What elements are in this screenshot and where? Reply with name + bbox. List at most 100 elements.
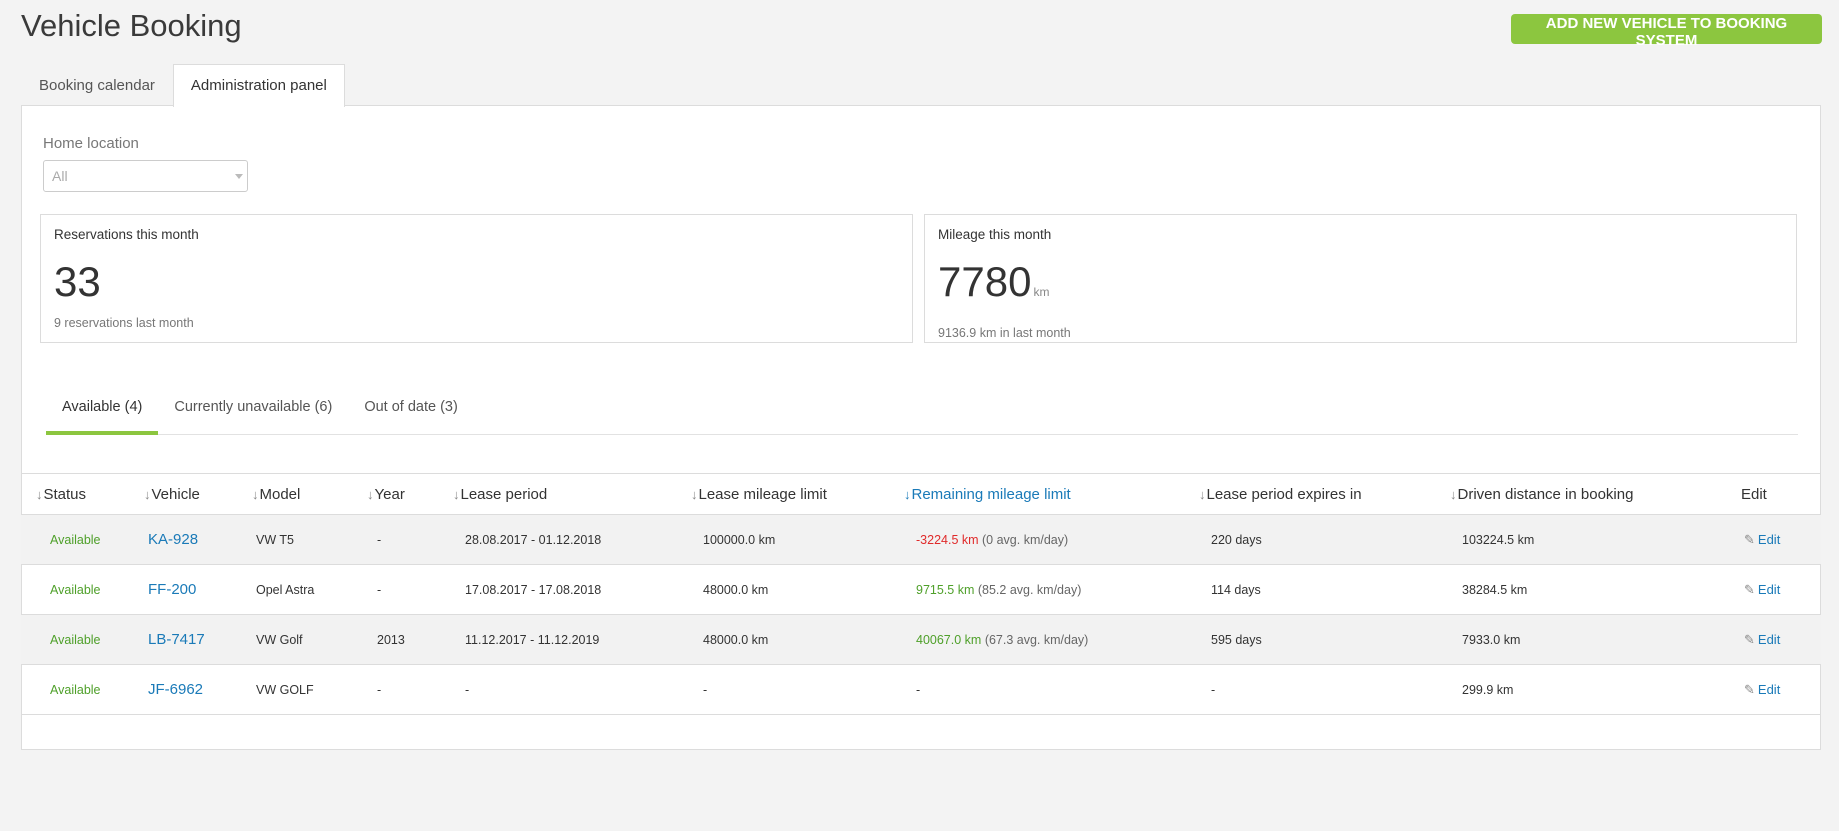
avg-km-per-day: (67.3 avg. km/day) — [984, 632, 1089, 647]
remaining-value: -3224.5 km — [916, 532, 979, 547]
arrow-down-icon: ↓ — [144, 486, 151, 502]
remaining-value: 9715.5 km — [916, 582, 975, 597]
expires-cell: 595 days — [1199, 614, 1450, 665]
reservations-sub: 9 reservations last month — [54, 316, 194, 330]
home-location-select[interactable]: All — [43, 160, 248, 192]
table-spacer-cell — [21, 715, 1821, 752]
administration-panel: Home location All Reservations this mont… — [21, 105, 1821, 750]
home-location-value: All — [52, 168, 68, 184]
remaining-value: 40067.0 km — [916, 632, 982, 647]
column-header-status[interactable]: ↓Status — [21, 473, 138, 515]
pencil-icon: ✎ — [1744, 631, 1755, 647]
arrow-down-icon: ↓ — [367, 486, 374, 502]
year-cell: - — [365, 514, 453, 565]
home-location-label: Home location — [43, 135, 139, 152]
mileage-card: Mileage this month 7780 km 9136.9 km in l… — [924, 214, 1797, 343]
driven-cell: 7933.0 km — [1450, 614, 1741, 665]
edit-cell: ✎ Edit — [1741, 564, 1821, 615]
lease-limit-cell: - — [691, 664, 904, 715]
reservations-value: 33 — [54, 258, 101, 305]
remaining-cell: -3224.5 km (0 avg. km/day) — [904, 514, 1199, 565]
pencil-icon: ✎ — [1744, 581, 1755, 597]
vehicle-link[interactable]: FF-200 — [148, 581, 196, 598]
expires-cell: 114 days — [1199, 564, 1450, 615]
mileage-value: 7780 — [938, 258, 1032, 305]
column-header-lease-mileage-limit[interactable]: ↓Lease mileage limit — [691, 473, 904, 515]
column-header-model[interactable]: ↓Model — [246, 473, 365, 515]
arrow-down-icon: ↓ — [1199, 486, 1206, 502]
arrow-down-icon: ↓ — [904, 486, 911, 502]
tab-administration-panel[interactable]: Administration panel — [172, 64, 345, 107]
edit-cell: ✎ Edit — [1741, 614, 1821, 665]
lease-limit-cell: 48000.0 km — [691, 614, 904, 665]
driven-cell: 38284.5 km — [1450, 564, 1741, 615]
mileage-sub: 9136.9 km in last month — [938, 326, 1071, 340]
edit-link[interactable]: ✎ Edit — [1744, 582, 1780, 597]
edit-link[interactable]: ✎ Edit — [1744, 532, 1780, 547]
column-header-lease-period[interactable]: ↓Lease period — [453, 473, 691, 515]
vehicle-cell: FF-200 — [138, 564, 246, 615]
reservations-card: Reservations this month 33 9 reservation… — [40, 214, 913, 343]
table-row: Available FF-200 Opel Astra -17.08.2017 - 1… — [21, 564, 1821, 615]
vehicle-cell: LB-7417 — [138, 614, 246, 665]
remaining-cell: 40067.0 km (67.3 avg. km/day) — [904, 614, 1199, 665]
vehicle-link[interactable]: JF-6962 — [148, 681, 203, 698]
status-badge: Available — [50, 682, 101, 697]
driven-cell: 103224.5 km — [1450, 514, 1741, 565]
year-cell: - — [365, 564, 453, 615]
lease-limit-cell: 48000.0 km — [691, 564, 904, 615]
status-badge: Available — [50, 532, 101, 547]
vehicle-status-tabs: Available (4) Currently unavailable (6) … — [46, 381, 1798, 435]
table-row: Available KA-928 VW T5-28.08.2017 - 01.12.… — [21, 514, 1821, 565]
tab-available[interactable]: Available (4) — [46, 381, 159, 435]
mileage-value-row: 7780 km — [938, 260, 1783, 314]
edit-cell: ✎ Edit — [1741, 514, 1821, 565]
vehicle-cell: JF-6962 — [138, 664, 246, 715]
chevron-down-icon — [235, 174, 243, 179]
mileage-unit: km — [1033, 285, 1050, 299]
tab-currently-unavailable[interactable]: Currently unavailable (6) — [158, 381, 348, 434]
expires-cell: - — [1199, 664, 1450, 715]
year-cell: 2013 — [365, 614, 453, 665]
add-vehicle-button[interactable]: ADD NEW VEHICLE TO BOOKING SYSTEM — [1511, 14, 1822, 49]
column-header-lease-expires[interactable]: ↓Lease period expires in — [1199, 473, 1450, 515]
remaining-value: - — [916, 682, 921, 697]
arrow-down-icon: ↓ — [252, 486, 259, 502]
year-cell: - — [365, 664, 453, 715]
vehicle-link[interactable]: KA-928 — [148, 531, 198, 548]
lease-period-cell: 28.08.2017 - 01.12.2018 — [453, 514, 691, 565]
lease-limit-cell: 100000.0 km — [691, 514, 904, 565]
reservations-label: Reservations this month — [54, 227, 199, 242]
avg-km-per-day: (0 avg. km/day) — [982, 532, 1069, 547]
column-header-vehicle[interactable]: ↓Vehicle — [138, 473, 246, 515]
column-header-driven-distance[interactable]: ↓Driven distance in booking — [1450, 473, 1741, 515]
arrow-down-icon: ↓ — [691, 486, 698, 502]
column-header-remaining-mileage-limit[interactable]: ↓Remaining mileage limit — [904, 473, 1199, 515]
model-cell: VW GOLF — [246, 664, 365, 715]
tab-booking-calendar[interactable]: Booking calendar — [21, 64, 173, 106]
main-tabs: Booking calendar Administration panel — [21, 64, 345, 107]
tab-out-of-date[interactable]: Out of date (3) — [348, 381, 474, 434]
status-badge: Available — [50, 632, 101, 647]
arrow-down-icon: ↓ — [36, 486, 43, 502]
column-header-edit: Edit — [1741, 473, 1821, 515]
status-cell: Available — [21, 664, 138, 715]
vehicles-table: ↓Status ↓Vehicle ↓Model ↓Year ↓Lease per… — [21, 473, 1821, 751]
edit-link[interactable]: ✎ Edit — [1744, 632, 1780, 647]
expires-cell: 220 days — [1199, 514, 1450, 565]
vehicle-link[interactable]: LB-7417 — [148, 631, 205, 648]
edit-cell: ✎ Edit — [1741, 664, 1821, 715]
model-cell: VW Golf — [246, 614, 365, 665]
arrow-down-icon: ↓ — [1450, 486, 1457, 502]
lease-period-cell: 17.08.2017 - 17.08.2018 — [453, 564, 691, 615]
page-title: Vehicle Booking — [21, 8, 242, 43]
status-cell: Available — [21, 514, 138, 565]
pencil-icon: ✎ — [1744, 531, 1755, 547]
edit-link[interactable]: ✎ Edit — [1744, 682, 1780, 697]
status-cell: Available — [21, 614, 138, 665]
lease-period-cell: 11.12.2017 - 11.12.2019 — [453, 614, 691, 665]
model-cell: VW T5 — [246, 514, 365, 565]
column-header-year[interactable]: ↓Year — [365, 473, 453, 515]
status-cell: Available — [21, 564, 138, 615]
table-header-row: ↓Status ↓Vehicle ↓Model ↓Year ↓Lease per… — [21, 473, 1821, 515]
